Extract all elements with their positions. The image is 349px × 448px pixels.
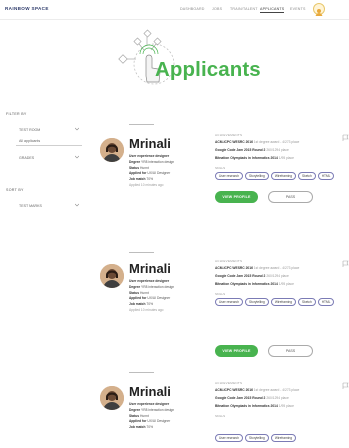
- skill-tag[interactable]: HTML: [317, 298, 335, 306]
- achievement-item: ACM-ICPC WESRC 2016 1st degree award - 4…: [215, 140, 300, 144]
- skills-heading: SKILLS: [215, 166, 226, 170]
- grades-value: GRADES: [19, 156, 35, 160]
- page-title: Applicants: [155, 58, 261, 81]
- view-profile-button[interactable]: VIEW PROFILE: [215, 191, 258, 203]
- achievement-item: Bitnation Olympiads in Informatics 2014 …: [215, 282, 294, 286]
- flag-icon[interactable]: [342, 382, 349, 390]
- skill-tag[interactable]: Storytelling: [245, 298, 269, 306]
- skill-tag[interactable]: Wireframing: [270, 298, 296, 306]
- achievements-heading: ACHIEVEMENTS: [215, 381, 243, 385]
- sort-select[interactable]: TEST MARKS: [16, 200, 82, 211]
- applicant-name[interactable]: Mrinali: [129, 384, 171, 399]
- card-divider: [129, 372, 154, 373]
- user-avatar[interactable]: [313, 3, 325, 16]
- achievement-item: Google Code Jam 2015 Round 2 260/1294 pl…: [215, 274, 289, 278]
- top-navigation: RAINBOW SPACE DASHBOARD JOBS TRAIN/TALEN…: [0, 0, 349, 20]
- applicant-card: Mrinali User experience designer Degree …: [98, 124, 349, 252]
- brand-logo[interactable]: RAINBOW SPACE: [5, 6, 49, 11]
- achievements-heading: ACHIEVEMENTS: [215, 133, 243, 137]
- nav-train-talent[interactable]: TRAIN/TALENT: [230, 7, 258, 11]
- skill-tag[interactable]: Storytelling: [245, 434, 269, 442]
- skill-tags: User research Storytelling Wireframing S…: [215, 172, 343, 180]
- skills-heading: SKILLS: [215, 414, 226, 418]
- achievement-item: Google Code Jam 2015 Round 2 260/1294 pl…: [215, 396, 289, 400]
- applicant-card: Mrinali User experience designer Degree …: [98, 252, 349, 380]
- view-profile-button[interactable]: VIEW PROFILE: [215, 345, 258, 357]
- achievement-item: Google Code Jam 2015 Round 2 260/1294 pl…: [215, 148, 289, 152]
- skill-tag[interactable]: Wireframing: [270, 172, 296, 180]
- achievement-item: ACM-ICPC WESRC 2016 1st degree award - 4…: [215, 388, 300, 392]
- achievement-item: Bitnation Olympiads in Informatics 2014 …: [215, 156, 294, 160]
- skill-tag[interactable]: HTML: [317, 172, 335, 180]
- applicant-time: Applied 10 minutes ago: [129, 307, 164, 312]
- filter-label: FILTER BY: [6, 112, 27, 116]
- skill-tag[interactable]: User research: [215, 172, 244, 180]
- skill-tag[interactable]: Wireframing: [270, 434, 296, 442]
- nav-dashboard[interactable]: DASHBOARD: [180, 7, 205, 11]
- achievement-list: ACM-ICPC WESRC 2016 1st degree award - 4…: [215, 138, 299, 162]
- achievements-heading: ACHIEVEMENTS: [215, 259, 243, 263]
- pass-button[interactable]: PASS: [268, 191, 313, 203]
- sort-label: SORT BY: [6, 188, 24, 192]
- applicant-card: Mrinali User experience designer Degree …: [98, 372, 349, 448]
- test-room-select[interactable]: TEST ROOM: [16, 124, 82, 135]
- flag-icon[interactable]: [342, 260, 349, 268]
- flag-icon[interactable]: [342, 134, 349, 142]
- skill-tag[interactable]: Sketch: [298, 298, 316, 306]
- applicant-name[interactable]: Mrinali: [129, 261, 171, 276]
- grades-select[interactable]: GRADES: [16, 152, 82, 163]
- achievement-list: ACM-ICPC WESRC 2016 1st degree award - 4…: [215, 264, 299, 288]
- skill-tag[interactable]: User research: [215, 298, 244, 306]
- nav-events[interactable]: EVENTS: [290, 7, 306, 11]
- nav-applicants[interactable]: APPLICANTS: [260, 7, 285, 13]
- applicants-filter-input[interactable]: All applicants: [16, 135, 82, 146]
- chevron-down-icon: [75, 127, 79, 131]
- applicant-details: User experience designer Degree YR8 inte…: [129, 279, 174, 314]
- achievement-item: Bitnation Olympiads in Informatics 2014 …: [215, 404, 294, 408]
- skill-tag[interactable]: Storytelling: [245, 172, 269, 180]
- applicant-photo[interactable]: [100, 264, 124, 288]
- sort-value: TEST MARKS: [19, 204, 42, 208]
- skill-tags: User research Storytelling Wireframing S…: [215, 298, 343, 306]
- applicant-photo[interactable]: [100, 138, 124, 162]
- applicants-filter-value: All applicants: [19, 139, 41, 143]
- applicant-time: Applied 10 minutes ago: [129, 182, 164, 187]
- card-divider: [129, 124, 154, 125]
- achievement-item: ACM-ICPC WESRC 2016 1st degree award - 4…: [215, 266, 300, 270]
- skill-tag[interactable]: Sketch: [298, 172, 316, 180]
- pass-button[interactable]: PASS: [268, 345, 313, 357]
- applicant-photo[interactable]: [100, 386, 124, 410]
- chevron-down-icon: [75, 155, 79, 159]
- applicant-match: Job match 70%: [129, 425, 154, 430]
- nav-jobs[interactable]: JOBS: [212, 7, 222, 11]
- applicant-details: User experience designer Degree YR8 inte…: [129, 402, 174, 431]
- user-icon: [315, 9, 323, 16]
- test-room-value: TEST ROOM: [19, 128, 41, 132]
- applicant-name[interactable]: Mrinali: [129, 136, 171, 151]
- achievement-list: ACM-ICPC WESRC 2016 1st degree award - 4…: [215, 386, 299, 410]
- applicant-details: User experience designer Degree YR8 inte…: [129, 154, 174, 189]
- skill-tags: User research Storytelling Wireframing: [215, 434, 343, 442]
- person-icon: [100, 138, 124, 162]
- skill-tag[interactable]: User research: [215, 434, 244, 442]
- person-icon: [100, 264, 124, 288]
- person-icon: [100, 386, 124, 410]
- card-divider: [129, 252, 154, 253]
- chevron-down-icon: [75, 203, 79, 207]
- skills-heading: SKILLS: [215, 292, 226, 296]
